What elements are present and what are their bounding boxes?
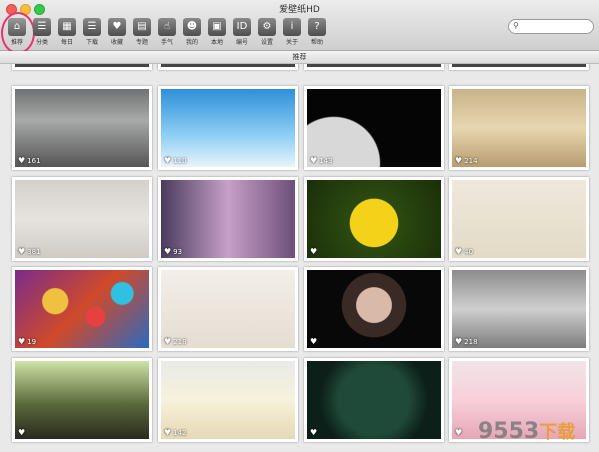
wallpaper-thumbnail-partial[interactable] bbox=[449, 64, 589, 70]
wallpaper-thumbnail[interactable]: ♥ 19 bbox=[12, 267, 152, 351]
like-count: ♥ bbox=[455, 428, 464, 437]
like-count-value: 110 bbox=[173, 157, 187, 165]
like-count: ♥ 142 bbox=[164, 428, 187, 437]
wallpaper-image bbox=[307, 361, 441, 439]
heart-icon: ♥ bbox=[18, 247, 26, 256]
hand-icon: ☝ bbox=[158, 18, 176, 36]
wallpaper-thumbnail[interactable]: ♥ 218 bbox=[158, 267, 298, 351]
like-count: ♥ 40 bbox=[455, 247, 473, 256]
download-list-icon: ☰ bbox=[83, 18, 101, 36]
like-count: ♥ bbox=[310, 337, 319, 346]
id-icon: ID bbox=[233, 18, 251, 36]
heart-icon: ♥ bbox=[164, 428, 172, 437]
like-count: ♥ 110 bbox=[164, 156, 187, 165]
home-icon: ⌂ bbox=[8, 18, 26, 36]
heart-icon: ♥ bbox=[455, 247, 463, 256]
title-bar: 爱壁纸HD ⌂ 推荐 ☰ 分类 ▦ 每日 ☰ 下载 ♥ 收藏 ▤ 专题 ☝ 手气 ☻ 我的 ▣ 本地 ID 编号 ⚙ 设置… bbox=[0, 0, 599, 54]
wallpaper-thumbnail-partial[interactable] bbox=[12, 64, 152, 70]
wallpaper-thumbnail[interactable]: ♥ 214 bbox=[449, 86, 589, 170]
wallpaper-thumbnail[interactable]: ♥ 142 bbox=[158, 358, 298, 442]
wallpaper-image bbox=[15, 361, 149, 439]
list-icon: ☰ bbox=[33, 18, 51, 36]
like-count: ♥ 381 bbox=[18, 247, 41, 256]
like-count: ♥ 214 bbox=[455, 156, 478, 165]
heart-icon: ♥ bbox=[455, 428, 463, 437]
heart-icon: ♥ bbox=[455, 337, 463, 346]
local-icon: ▣ bbox=[208, 18, 226, 36]
like-count-value: 214 bbox=[464, 157, 478, 165]
heart-icon: ♥ bbox=[164, 337, 172, 346]
wallpaper-grid[interactable]: ♥ 161 ♥ 110 ♥ 143 ♥ 214 ♥ 381 ♥ 93 ♥ ♥ 40 ♥ 19 ♥ 218 ♥ ♥ 218 ♥… bbox=[0, 64, 599, 452]
gear-icon: ⚙ bbox=[258, 18, 276, 36]
wallpaper-thumbnail[interactable]: ♥ 110 bbox=[158, 86, 298, 170]
heart-icon: ♥ bbox=[455, 156, 463, 165]
app-window: 爱壁纸HD ⌂ 推荐 ☰ 分类 ▦ 每日 ☰ 下载 ♥ 收藏 ▤ 专题 ☝ 手气 ☻ 我的 ▣ 本地 ID 编号 ⚙ 设置… bbox=[0, 0, 599, 452]
wallpaper-thumbnail-partial[interactable] bbox=[158, 64, 298, 70]
like-count: ♥ bbox=[310, 428, 319, 437]
wallpaper-thumbnail[interactable]: ♥ 40 bbox=[449, 177, 589, 261]
like-count-value: 381 bbox=[27, 248, 41, 256]
heart-icon: ♥ bbox=[310, 428, 318, 437]
info-icon: i bbox=[283, 18, 301, 36]
heart-icon: ♥ bbox=[310, 337, 318, 346]
like-count-value: 19 bbox=[27, 338, 37, 346]
wallpaper-thumbnail[interactable]: ♥ 93 bbox=[158, 177, 298, 261]
toolbar-button-help[interactable]: ? 帮助 bbox=[304, 16, 330, 48]
heart-icon: ♥ bbox=[18, 428, 26, 437]
like-count-value: 142 bbox=[173, 429, 187, 437]
like-count-value: 218 bbox=[173, 338, 187, 346]
wallpaper-image bbox=[307, 180, 441, 258]
like-count: ♥ 218 bbox=[164, 337, 187, 346]
heart-icon: ♥ bbox=[310, 156, 318, 165]
like-count: ♥ 19 bbox=[18, 337, 36, 346]
like-count: ♥ 143 bbox=[310, 156, 333, 165]
like-count: ♥ 218 bbox=[455, 337, 478, 346]
wallpaper-thumbnail[interactable]: ♥ 143 bbox=[304, 86, 444, 170]
wallpaper-thumbnail-partial[interactable] bbox=[304, 64, 444, 70]
like-count: ♥ 93 bbox=[164, 247, 182, 256]
like-count: ♥ bbox=[18, 428, 27, 437]
like-count-value: 40 bbox=[464, 248, 474, 256]
heart-icon: ♥ bbox=[108, 18, 126, 36]
calendar-icon: ▦ bbox=[58, 18, 76, 36]
toolbar-label: 帮助 bbox=[310, 39, 323, 46]
heart-icon: ♥ bbox=[164, 247, 172, 256]
wallpaper-thumbnail[interactable]: ♥ 218 bbox=[449, 267, 589, 351]
wallpaper-thumbnail[interactable]: ♥ bbox=[304, 267, 444, 351]
watermark-logo: 9553下载 bbox=[478, 419, 576, 444]
help-icon: ? bbox=[308, 18, 326, 36]
wallpaper-thumbnail[interactable]: ♥ bbox=[304, 358, 444, 442]
wallpaper-thumbnail[interactable]: ♥ 161 bbox=[12, 86, 152, 170]
like-count-value: 218 bbox=[464, 338, 478, 346]
heart-icon: ♥ bbox=[18, 337, 26, 346]
heart-icon: ♥ bbox=[18, 156, 26, 165]
like-count-value: 93 bbox=[173, 248, 183, 256]
like-count-value: 161 bbox=[27, 157, 41, 165]
search-icon: ⚲ bbox=[513, 21, 519, 30]
like-count: ♥ 161 bbox=[18, 156, 41, 165]
user-icon: ☻ bbox=[183, 18, 201, 36]
like-count: ♥ bbox=[310, 247, 319, 256]
heart-icon: ♥ bbox=[310, 247, 318, 256]
window-title: 爱壁纸HD bbox=[279, 5, 320, 15]
heart-icon: ♥ bbox=[164, 156, 172, 165]
wallpaper-thumbnail[interactable]: ♥ 381 bbox=[12, 177, 152, 261]
wallpaper-image bbox=[307, 270, 441, 348]
wallpaper-thumbnail[interactable]: ♥ bbox=[12, 358, 152, 442]
section-title: 推荐 bbox=[0, 51, 599, 64]
topic-icon: ▤ bbox=[133, 18, 151, 36]
wallpaper-thumbnail[interactable]: ♥ bbox=[304, 177, 444, 261]
like-count-value: 143 bbox=[319, 157, 333, 165]
search-field[interactable]: ⚲ bbox=[508, 19, 594, 34]
